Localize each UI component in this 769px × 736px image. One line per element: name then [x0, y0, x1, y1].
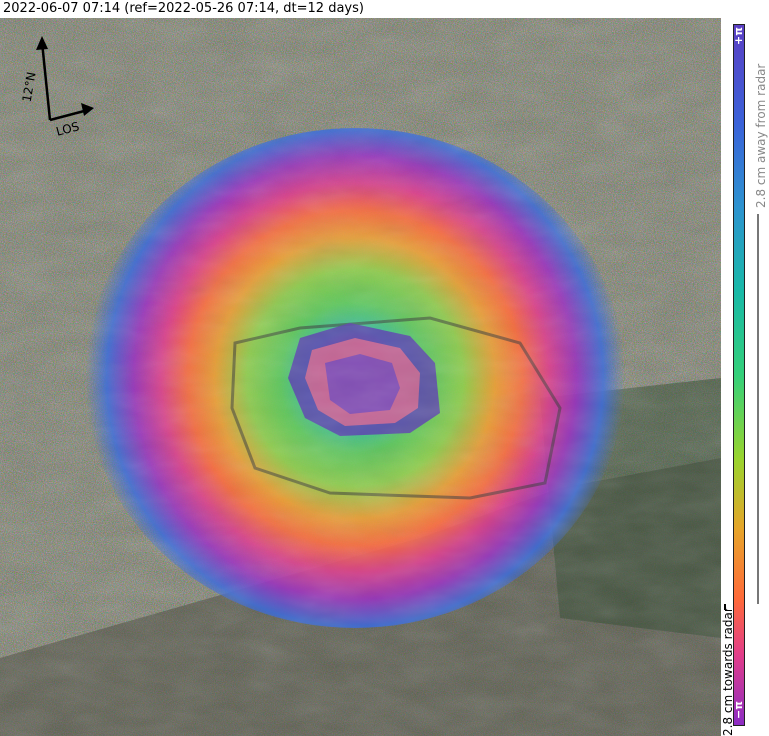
page-title: 2022-06-07 07:14 (ref=2022-05-26 07:14, …: [3, 1, 364, 16]
interferogram-image: [0, 18, 721, 736]
towards-arrow-icon: [724, 604, 726, 610]
away-arrow-icon: [757, 214, 759, 604]
compass: 12°N LOS: [18, 36, 98, 146]
colorbar-top-tick: +π: [732, 27, 745, 45]
towards-radar-label: 2.8 cm towards radar: [721, 607, 735, 736]
away-from-radar-label: 2.8 cm away from radar: [754, 63, 768, 208]
colorbar-panel: +π −π 2.8 cm away from radar 2.8 cm towa…: [721, 18, 769, 736]
